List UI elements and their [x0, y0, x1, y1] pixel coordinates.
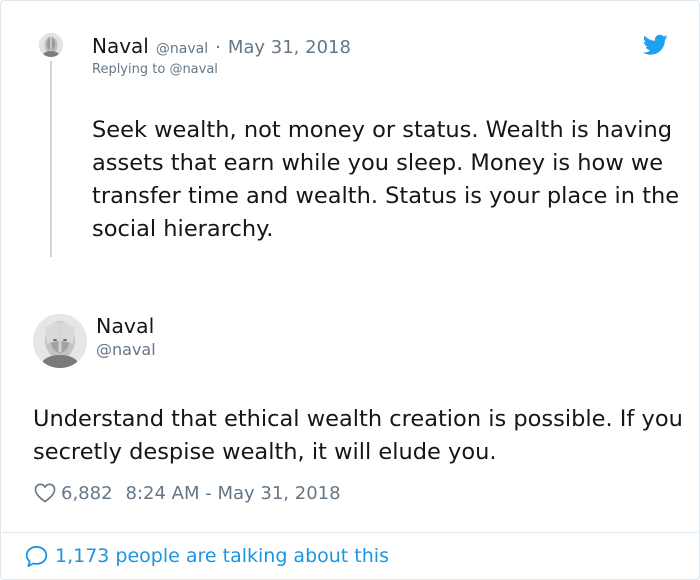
tweet-embed-card: Naval @naval · May 31, 2018 Replying to …	[0, 0, 700, 580]
replying-to-handle[interactable]: @naval	[169, 62, 217, 77]
parent-author-handle[interactable]: @naval	[156, 41, 208, 57]
thread-connector-line	[50, 61, 52, 257]
conversation-link[interactable]: 1,173 people are talking about this	[25, 543, 389, 569]
parent-tweet-text: Seek wealth, not money or status. Wealth…	[92, 117, 680, 242]
tweet-meta-row: 6,882 8:24 AM - May 31, 2018	[34, 481, 341, 505]
main-avatar[interactable]	[33, 314, 87, 368]
main-author-handle[interactable]: @naval	[96, 340, 156, 359]
avatar-face-icon	[33, 314, 87, 368]
replying-to-label: Replying to	[92, 62, 166, 77]
parent-tweet-date[interactable]: May 31, 2018	[228, 37, 351, 58]
parent-tweet-header: Naval @naval · May 31, 2018	[92, 34, 351, 58]
footer-divider	[2, 532, 700, 533]
twitter-bird-icon[interactable]	[642, 34, 668, 56]
speech-bubble-icon	[25, 545, 48, 568]
main-tweet-text: Understand that ethical wealth creation …	[33, 406, 683, 465]
main-author-name[interactable]: Naval	[96, 314, 154, 338]
parent-author-name[interactable]: Naval	[92, 34, 149, 58]
replying-to-line: Replying to @naval	[92, 62, 218, 77]
talking-about-text[interactable]: 1,173 people are talking about this	[55, 545, 389, 567]
parent-avatar[interactable]	[39, 33, 63, 57]
header-separator: ·	[215, 37, 221, 58]
avatar-face-icon	[39, 33, 63, 57]
heart-icon[interactable]	[34, 483, 56, 503]
tweet-timestamp[interactable]: 8:24 AM - May 31, 2018	[126, 483, 341, 504]
like-count[interactable]: 6,882	[61, 483, 113, 504]
